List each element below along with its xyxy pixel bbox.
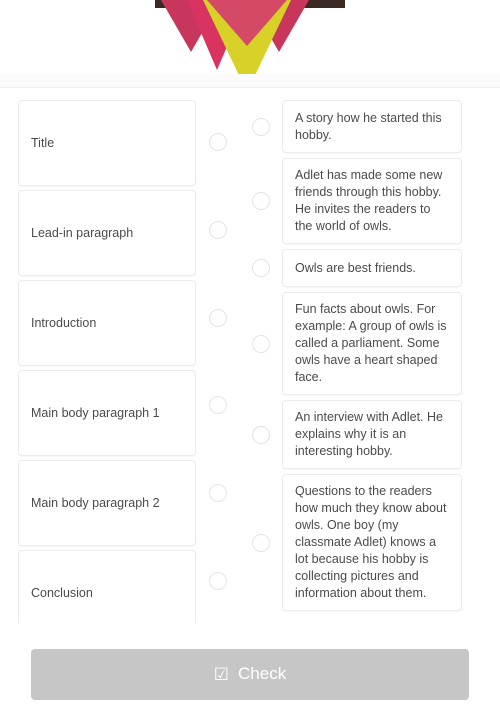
bunting-banner-image (155, 0, 345, 80)
left-item-card[interactable]: Main body paragraph 1 (18, 370, 196, 456)
right-item-card[interactable]: Fun facts about owls. For example: A gro… (282, 292, 462, 395)
left-radio-row (209, 451, 227, 535)
footer-bar: ☑ Check (0, 623, 500, 725)
right-item-label: A story how he started this hobby. (295, 110, 442, 142)
right-item-row: Owls are best friends. (282, 249, 462, 287)
right-radio-4[interactable] (252, 425, 270, 444)
left-item-card[interactable]: Main body paragraph 2 (18, 460, 196, 546)
right-item-row: A story how he started this hobby. (282, 100, 462, 153)
right-item-label: Questions to the readers how much they k… (295, 484, 447, 600)
right-item-row: An interview with Adlet. He explains why… (282, 400, 462, 469)
right-radio-row (252, 474, 270, 611)
right-radio-row (252, 400, 270, 469)
hero-bottom-fade (0, 74, 500, 88)
checkbox-icon: ☑ (213, 664, 230, 684)
check-button[interactable]: ☑ Check (31, 648, 469, 700)
left-radio-row (209, 363, 227, 447)
left-items-column: Title Lead-in paragraph Introduction Main b… (18, 100, 196, 636)
right-radio-row (252, 158, 270, 244)
right-radio-0[interactable] (252, 117, 270, 136)
right-radio-3[interactable] (252, 334, 270, 353)
left-radio-3[interactable] (209, 396, 227, 415)
left-item-row: Main body paragraph 1 (18, 370, 196, 456)
left-item-label: Lead-in paragraph (31, 225, 134, 240)
left-radio-row (209, 100, 227, 184)
right-item-row: Fun facts about owls. For example: A gro… (282, 292, 462, 395)
left-radio-2[interactable] (209, 308, 227, 327)
right-item-label: Owls are best friends. (295, 260, 416, 275)
hero-image-area (0, 0, 500, 88)
left-radio-4[interactable] (209, 484, 227, 503)
right-radio-row (252, 292, 270, 395)
left-radio-row (209, 188, 227, 272)
right-item-label: An interview with Adlet. He explains why… (295, 410, 443, 458)
left-radio-5[interactable] (209, 572, 227, 591)
left-item-row: Lead-in paragraph (18, 190, 196, 276)
check-button-label: Check (238, 664, 287, 683)
left-item-label: Main body paragraph 2 (31, 495, 160, 510)
right-radio-5[interactable] (252, 533, 270, 552)
right-item-label: Fun facts about owls. For example: A gro… (295, 302, 447, 384)
right-item-card[interactable]: Adlet has made some new friends through … (282, 158, 462, 244)
pennant-center-pink (207, 0, 287, 46)
left-item-card[interactable]: Title (18, 100, 196, 186)
right-item-card[interactable]: Owls are best friends. (282, 249, 462, 287)
right-radio-2[interactable] (252, 259, 270, 277)
left-item-row: Title (18, 100, 196, 186)
left-radio-1[interactable] (209, 220, 227, 239)
right-item-card[interactable]: A story how he started this hobby. (282, 100, 462, 153)
right-radio-column (240, 100, 282, 623)
left-radio-column (196, 100, 240, 623)
right-radio-1[interactable] (252, 192, 270, 210)
left-item-card[interactable]: Introduction (18, 280, 196, 366)
left-item-label: Title (31, 135, 55, 150)
right-item-card[interactable]: Questions to the readers how much they k… (282, 474, 462, 611)
right-item-row: Adlet has made some new friends through … (282, 158, 462, 244)
right-item-card[interactable]: An interview with Adlet. He explains why… (282, 400, 462, 469)
right-item-label: Adlet has made some new friends through … (295, 168, 443, 233)
left-radio-0[interactable] (209, 132, 227, 151)
left-item-label: Main body paragraph 1 (31, 405, 160, 420)
matching-exercise: Title Lead-in paragraph Introduction Main b… (0, 88, 500, 636)
right-items-column: A story how he started this hobby. Adlet … (282, 100, 462, 623)
left-item-row: Main body paragraph 2 (18, 460, 196, 546)
left-radio-row (209, 276, 227, 360)
left-item-label: Conclusion (31, 585, 93, 600)
left-item-card[interactable]: Lead-in paragraph (18, 190, 196, 276)
left-item-label: Introduction (31, 315, 97, 330)
right-radio-row (252, 100, 270, 153)
left-item-row: Introduction (18, 280, 196, 366)
right-item-row: Questions to the readers how much they k… (282, 474, 462, 611)
left-radio-row (209, 539, 227, 623)
right-radio-row (252, 249, 270, 287)
